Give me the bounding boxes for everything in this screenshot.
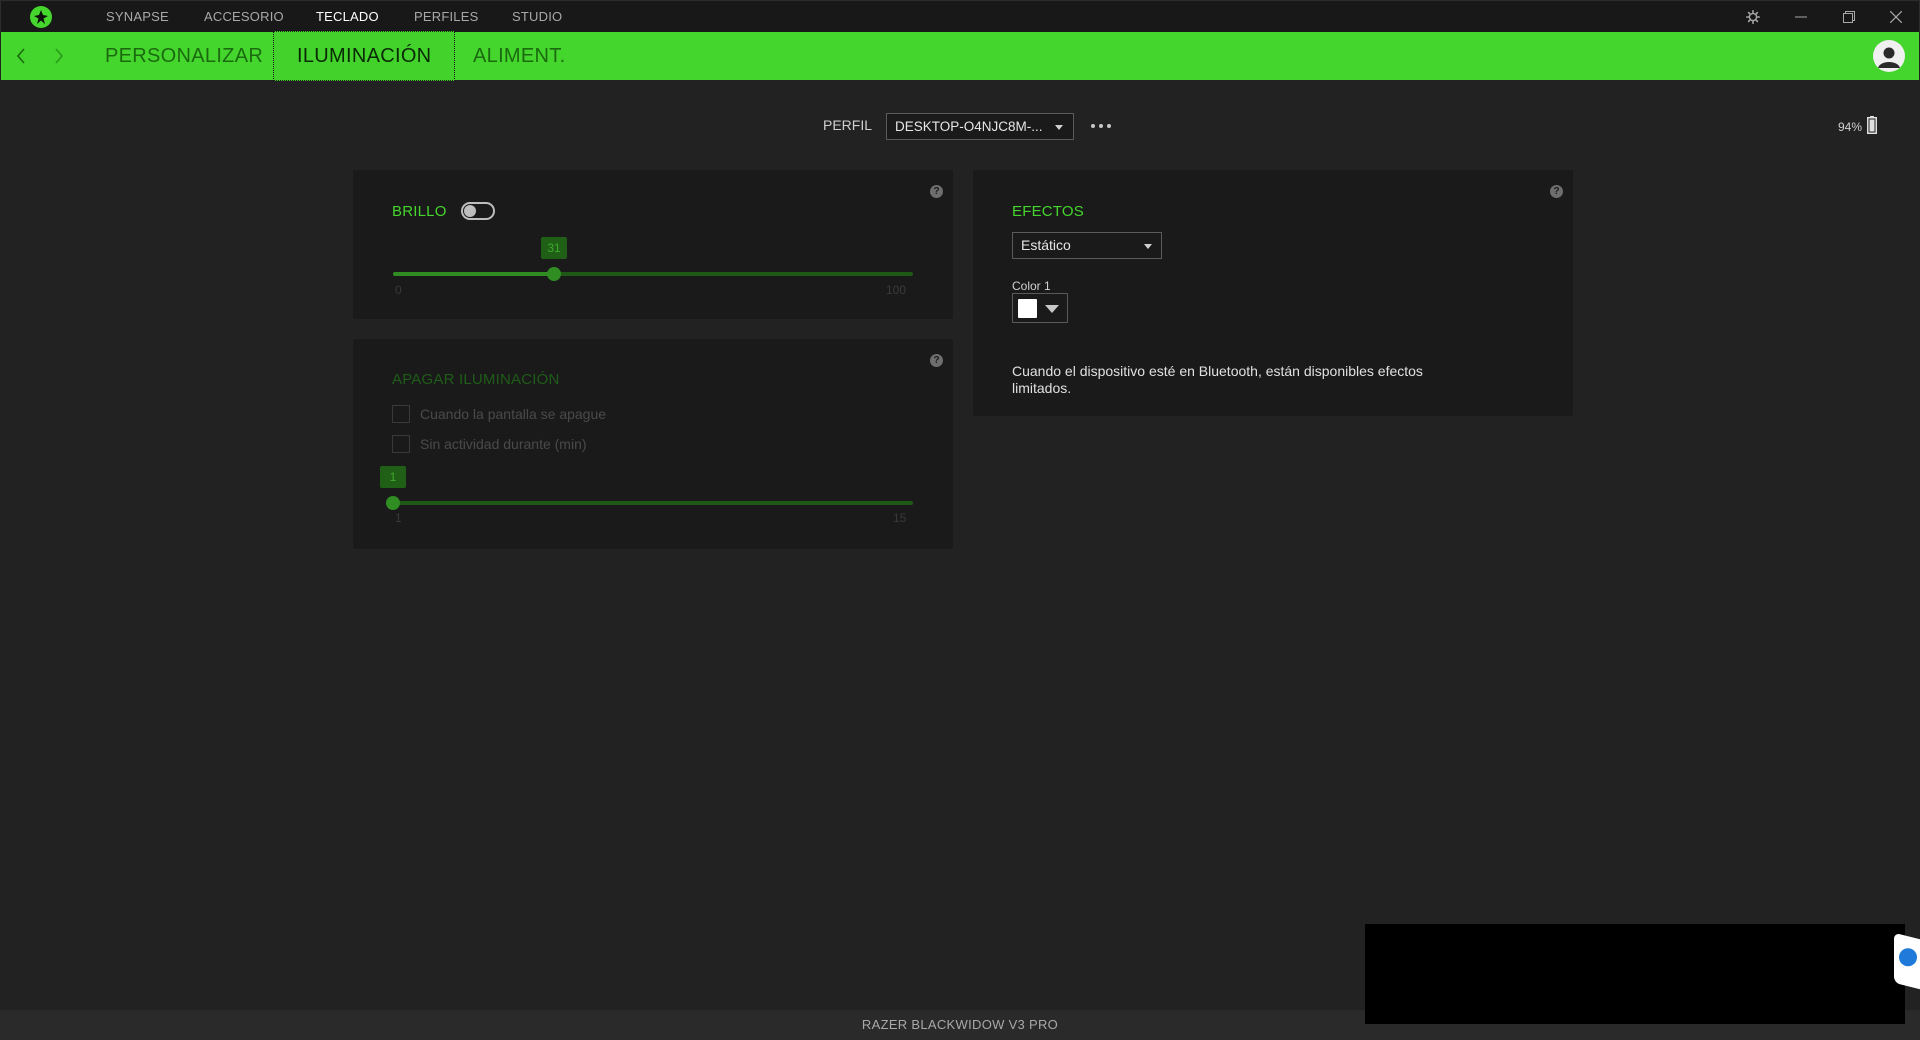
back-arrow-icon[interactable] [9,44,33,68]
brightness-title: BRILLO [392,203,447,220]
tab-iluminacion[interactable]: ILUMINACIÓN [273,31,456,81]
help-icon[interactable]: ? [930,354,943,367]
brightness-slider-fill [393,272,554,276]
option-idle[interactable]: Sin actividad durante (min) [392,434,587,454]
title-bar: SYNAPSE ACCESORIO TECLADO PERFILES STUDI… [0,0,1920,32]
top-nav-teclado[interactable]: TECLADO [316,1,379,33]
checkbox-screen-off[interactable] [392,405,410,423]
idle-slider-min: 1 [395,511,402,525]
color-swatch [1018,299,1037,318]
brightness-panel: ? BRILLO 31 0 100 [353,170,953,319]
brightness-slider-min: 0 [395,283,402,297]
brightness-slider-max: 100 [886,283,907,297]
effects-selected-value: Estático [1021,237,1071,253]
idle-slider-value: 1 [380,466,406,488]
idle-slider[interactable] [386,496,913,510]
idle-slider-max: 15 [893,511,907,525]
effects-title: EFECTOS [1012,203,1084,220]
overlay-black-box [1365,924,1905,1024]
tab-personalizar[interactable]: PERSONALIZAR [105,32,263,80]
color-1-picker[interactable] [1012,293,1068,323]
lighting-off-panel: ? APAGAR ILUMINACIÓN Cuando la pantalla … [353,339,953,549]
lighting-off-title: APAGAR ILUMINACIÓN [392,371,560,388]
restore-icon[interactable] [1834,1,1864,33]
ellipsis-icon[interactable] [1091,114,1111,138]
battery-level: 94% [1838,120,1863,134]
option-idle-label: Sin actividad durante (min) [420,436,587,452]
forward-arrow-icon[interactable] [47,44,71,68]
help-icon[interactable]: ? [1550,185,1563,198]
brightness-slider-value: 31 [541,237,567,259]
sub-nav-bar: PERSONALIZAR ILUMINACIÓN ALIMENT. [1,31,1919,81]
bluetooth-note: Cuando el dispositivo esté en Bluetooth,… [1012,363,1423,396]
chevron-down-icon [1144,244,1152,249]
top-nav-perfiles[interactable]: PERFILES [414,1,478,33]
top-nav-studio[interactable]: STUDIO [512,1,562,33]
close-icon[interactable] [1881,1,1911,33]
triangle-down-icon [1045,305,1059,313]
minimize-icon[interactable] [1786,1,1816,33]
brightness-toggle[interactable] [461,202,495,220]
razer-logo-icon[interactable] [30,6,52,28]
help-icon[interactable]: ? [930,185,943,198]
idle-slider-thumb[interactable] [386,496,400,510]
brightness-slider[interactable] [393,267,913,281]
settings-gear-icon[interactable] [1738,1,1768,33]
toggle-knob [464,205,476,217]
teamviewer-tab[interactable] [1894,932,1920,990]
top-nav-accesorio[interactable]: ACCESORIO [204,1,284,33]
battery-icon [1867,116,1877,139]
checkbox-idle[interactable] [392,435,410,453]
chevron-down-icon [1055,125,1063,130]
profile-label: PERFIL [823,117,873,133]
tab-aliment[interactable]: ALIMENT. [473,32,565,80]
profile-selected-value: DESKTOP-O4NJC8M-... [895,119,1043,134]
top-nav-synapse[interactable]: SYNAPSE [106,1,169,33]
color-1-label: Color 1 [1012,279,1051,293]
effects-panel: ? EFECTOS Estático Color 1 Cuando el dis… [973,170,1573,416]
brightness-slider-thumb[interactable] [547,267,561,281]
teamviewer-icon [1899,948,1917,967]
option-screen-off[interactable]: Cuando la pantalla se apague [392,404,606,424]
option-screen-off-label: Cuando la pantalla se apague [420,406,607,422]
effects-dropdown[interactable]: Estático [1012,232,1162,259]
profile-dropdown[interactable]: DESKTOP-O4NJC8M-... [886,113,1074,140]
user-avatar-icon[interactable] [1873,40,1905,72]
